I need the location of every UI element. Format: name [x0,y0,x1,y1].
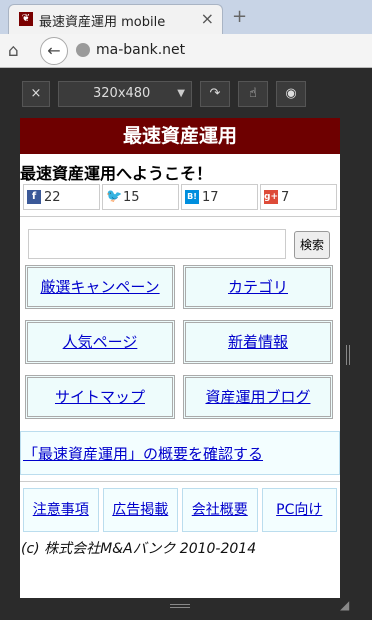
nav-sitemap[interactable]: サイトマップ [25,375,175,419]
hatena-count: 17 [202,189,219,205]
close-emulation-button[interactable]: × [22,81,50,107]
touch-icon[interactable]: ☝ [238,81,268,107]
facebook-count: 22 [44,189,61,205]
hatena-bookmark-button[interactable]: B! 17 [181,184,258,210]
nav-blog[interactable]: 資産運用ブログ [183,375,333,419]
url-field[interactable]: ma-bank.net [96,42,185,58]
facebook-icon: f [27,190,41,204]
resize-corner-icon[interactable]: ◢ [340,598,349,612]
home-icon[interactable]: ⌂ [8,41,19,61]
address-toolbar: ⌂ ← ma-bank.net [0,34,372,68]
globe-icon [76,43,90,57]
welcome-heading: 最速資産運用へようこそ！ [20,164,213,183]
copyright: (c) 株式会社M&Aバンク 2010-2014 [21,541,257,557]
back-arrow-icon[interactable]: ← [40,37,68,65]
nav-category[interactable]: カテゴリ [183,265,333,309]
twitter-share-button[interactable]: 🐦 15 [102,184,179,210]
google-plus-button[interactable]: g+ 7 [260,184,337,210]
resize-handle-vertical[interactable] [346,345,350,365]
google-plus-icon: g+ [264,190,278,204]
footer-pc-version[interactable]: PC向け [261,488,337,532]
nav-new[interactable]: 新着情報 [183,320,333,364]
resolution-value: 320x480 [93,86,151,101]
search-form: 検索 [20,217,340,265]
resolution-select[interactable]: 320x480 ▼ [58,81,192,107]
social-share-bar: f 22 🐦 15 B! 17 g+ 7 [20,184,340,210]
nav-popular[interactable]: 人気ページ [25,320,175,364]
browser-tab-strip: ❦ 最速資産運用 mobile × + [0,0,372,34]
camera-icon[interactable]: ◉ [276,81,306,107]
facebook-share-button[interactable]: f 22 [23,184,100,210]
footer-advertising[interactable]: 広告掲載 [102,488,178,532]
main-nav-grid: 厳選キャンペーン カテゴリ 人気ページ 新着情報 サイトマップ 資産運用ブログ [20,265,340,419]
red-plant-icon: ❦ [19,12,33,26]
tab-title: 最速資産運用 mobile [39,15,166,30]
search-button[interactable]: 検索 [294,231,330,259]
site-header: 最速資産運用 [20,118,340,154]
emulated-page: 最速資産運用 最速資産運用へようこそ！ f 22 🐦 15 B! 17 g+ 7… [20,118,340,598]
footer-notes[interactable]: 注意事項 [23,488,99,532]
footer-nav: 注意事項 広告掲載 会社概要 PC向け [20,488,340,532]
search-input[interactable] [28,229,286,259]
footer-company[interactable]: 会社概要 [182,488,258,532]
browser-tab[interactable]: ❦ 最速資産運用 mobile × [8,4,223,34]
twitter-icon: 🐦 [106,189,123,204]
summary-link[interactable]: 「最速資産運用」の概要を確認する [20,431,340,475]
resize-handle-horizontal[interactable] [170,604,190,608]
new-tab-button[interactable]: + [232,6,247,27]
device-toolbar: × 320x480 ▼ ↷ ☝ ◉ [0,68,372,118]
twitter-count: 15 [123,189,140,205]
hatena-bookmark-icon: B! [185,190,199,204]
rotate-icon[interactable]: ↷ [200,81,230,107]
google-plus-count: 7 [281,189,290,205]
divider [20,481,340,482]
close-tab-button[interactable]: × [201,9,214,28]
nav-campaign[interactable]: 厳選キャンペーン [25,265,175,309]
chevron-down-icon: ▼ [177,88,185,99]
